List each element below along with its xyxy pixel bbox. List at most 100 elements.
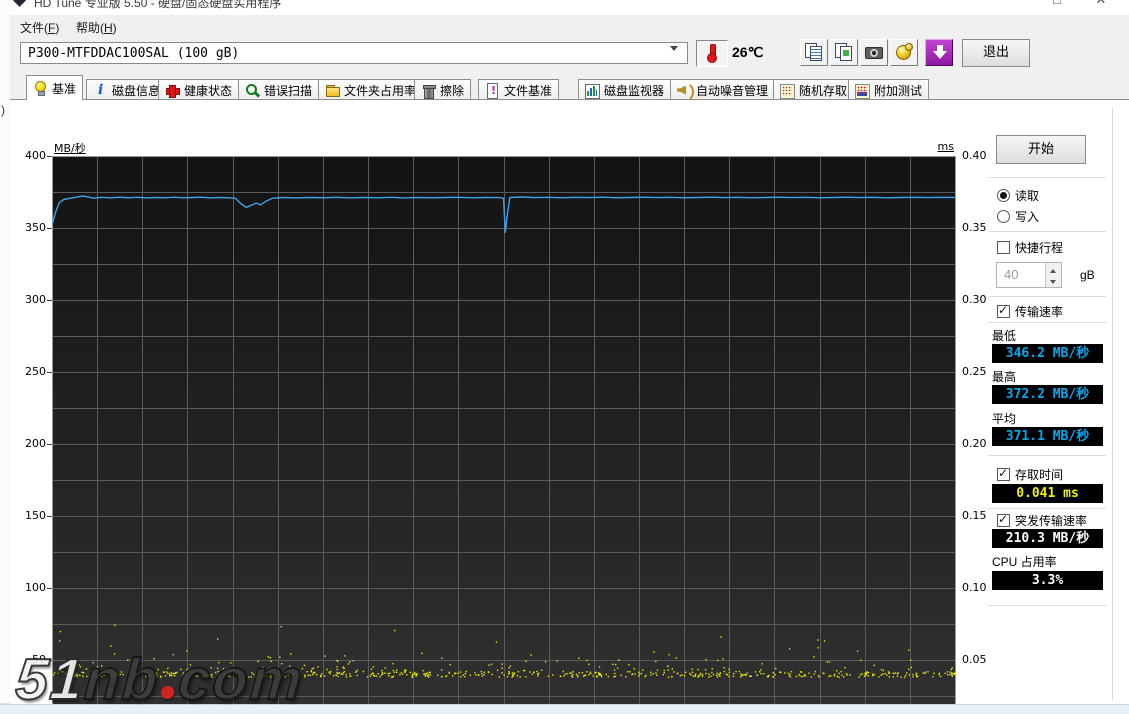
access-time-display: 0.041 ms [992,484,1103,503]
y-left-tick-label: 100 [25,581,46,594]
checkbox-icon [997,241,1010,254]
capacity-unit-label: gB [1080,268,1095,282]
y-right-tick-label: 0.25 [962,365,987,378]
y-right-tick-label: 0.05 [962,653,987,666]
tab-bar: 基准 磁盘信息 健康状态 错误扫描 文件夹占用率 擦除 文件基准 磁盘监视器 自… [10,72,1129,100]
tab-folder-usage[interactable]: 文件夹占用率 [318,79,424,100]
access-time-checkbox[interactable]: 存取时间 [997,466,1063,483]
right-axis-title: ms [937,140,954,153]
app-icon [13,0,26,7]
max-value-display: 372.2 MB/秒 [992,385,1103,404]
gold-button[interactable] [890,39,918,66]
benchmark-chart [52,156,956,704]
exit-button[interactable]: 退出 [962,39,1030,67]
grid-chart-icon [855,83,870,99]
copy-image-button[interactable] [830,39,858,66]
tab-disk-monitor[interactable]: 磁盘监视器 [578,79,672,100]
menu-bar: 文件(F) 帮助(H) [10,15,1129,36]
y-left-tick-label: 350 [25,221,46,234]
down-arrow-icon [929,42,949,62]
avg-value-display: 371.1 MB/秒 [992,427,1103,446]
separator [988,296,1106,297]
speaker-icon [677,83,692,98]
spinner-down-button[interactable] [1045,275,1061,287]
chevron-down-icon [670,46,678,55]
separator [988,322,1106,323]
min-value-display: 346.2 MB/秒 [992,344,1103,363]
start-button[interactable]: 开始 [996,135,1086,164]
tab-benchmark[interactable]: 基准 [26,75,84,100]
max-label: 最高 [992,370,1017,384]
y-left-tick-label: 200 [25,437,46,450]
radio-icon [997,189,1010,202]
burst-rate-display: 210.3 MB/秒 [992,529,1103,548]
short-stroke-checkbox[interactable]: 快捷行程 [997,239,1063,256]
tab-random-access[interactable]: 随机存取 [773,79,855,100]
radio-icon [997,210,1010,223]
tab-health[interactable]: 健康状态 [158,79,240,100]
read-radio[interactable]: 读取 [997,187,1039,204]
thermometer-icon [706,43,718,63]
burst-rate-checkbox[interactable]: 突发传输速率 [997,512,1087,529]
tab-erase[interactable]: 擦除 [414,79,472,100]
y-left-tick-label: 250 [25,365,46,378]
tab-error-scan[interactable]: 错误扫描 [238,79,320,100]
maximize-button[interactable]: □ [1042,0,1072,14]
separator [988,231,1106,232]
background-window-fragment: ) [1,103,5,117]
tab-file-benchmark[interactable]: 文件基准 [478,79,560,100]
y-left-tick-label: 150 [25,509,46,522]
tab-aam[interactable]: 自动噪音管理 [670,79,776,100]
toolbar: P300-MTFDDAC100SAL (100 gB) 26℃ 退出 [10,36,1129,72]
info-icon [93,82,108,98]
download-button[interactable] [925,39,953,66]
screenshot-button[interactable] [860,39,888,66]
tab-disk-info[interactable]: 磁盘信息 [86,79,168,100]
magnifier-icon [245,83,260,98]
avg-label: 平均 [992,412,1017,426]
drive-select-dropdown[interactable]: P300-MTFDDAC100SAL (100 gB) [20,42,688,64]
capacity-value: 40 [1004,267,1019,282]
left-axis-title: MB/秒 [54,142,86,155]
menu-item-file[interactable]: 文件(F) [16,18,63,37]
window-title: HD Tune 专业版 5.50 - 硬盘/固态硬盘实用程序 [34,0,282,10]
temperature-indicator [696,40,728,67]
close-button[interactable]: ✕ [1086,0,1116,14]
y-right-tick-label: 0.20 [962,437,987,450]
copy-image-icon [834,42,854,62]
scatter-icon [780,83,795,99]
capacity-spinner[interactable]: 40 [996,262,1062,288]
hd-tune-app: { "window": { "title": "HD Tune 专业版 5.50… [0,0,1129,714]
title-bar: HD Tune 专业版 5.50 - 硬盘/固态硬盘实用程序 □ ✕ [10,0,1129,15]
separator [988,177,1106,178]
transfer-rate-checkbox[interactable]: 传输速率 [997,303,1063,320]
separator [988,605,1106,606]
write-radio[interactable]: 写入 [997,208,1039,225]
separator [988,455,1106,456]
checkbox-icon [997,304,1010,318]
y-right-tick-label: 0.15 [962,509,987,522]
separator [988,508,1106,509]
y-left-tick-label: 400 [25,149,46,162]
min-label: 最低 [992,329,1017,343]
y-right-tick-label: 0.35 [962,221,987,234]
bar-chart-icon [585,83,600,99]
bulb-icon [33,80,48,96]
y-left-tick-label: 300 [25,293,46,306]
checkbox-icon [997,513,1010,527]
copy-text-icon [804,42,824,62]
y-right-tick-label: 0.30 [962,293,987,306]
tab-extra-tests[interactable]: 附加测试 [848,79,930,100]
cpu-usage-label: CPU 占用率 [992,555,1057,569]
cpu-usage-display: 3.3% [992,571,1103,590]
copy-text-button[interactable] [800,39,828,66]
panel-divider [1112,108,1113,700]
page-exclaim-icon [485,82,500,99]
folder-icon [325,83,340,98]
watermark-dot [161,686,175,699]
menu-item-help[interactable]: 帮助(H) [72,18,121,37]
watermark: 51nb com [13,646,307,713]
red-cross-icon [165,83,180,98]
gold-coins-icon [894,42,914,62]
y-right-tick-label: 0.10 [962,581,987,594]
